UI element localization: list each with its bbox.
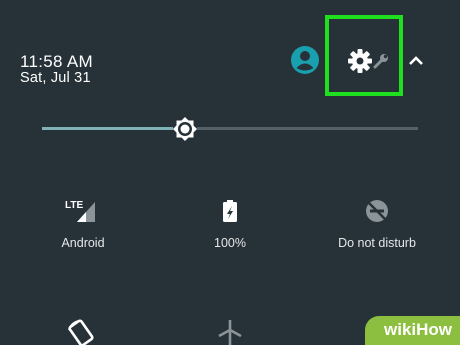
- tile-do-not-disturb[interactable]: Do not disturb: [322, 198, 432, 250]
- time-label: 11:58 AM: [20, 52, 93, 71]
- tile-cellular[interactable]: LTE Android: [28, 198, 138, 250]
- battery-saver-icon: [223, 200, 237, 222]
- wrench-icon: [373, 54, 388, 69]
- airplane-mode-icon[interactable]: [215, 318, 245, 345]
- brightness-thumb-icon[interactable]: [170, 114, 200, 144]
- tile-battery-label: 100%: [214, 236, 246, 250]
- brightness-slider[interactable]: [42, 116, 418, 142]
- settings-gear-icon[interactable]: [347, 48, 373, 74]
- do-not-disturb-icon: [366, 200, 388, 222]
- tile-battery[interactable]: 100%: [175, 198, 285, 250]
- lte-signal-icon: LTE: [65, 200, 95, 222]
- tile-dnd-label: Do not disturb: [338, 236, 416, 250]
- auto-rotate-icon[interactable]: [66, 318, 96, 345]
- brightness-track-empty: [196, 127, 418, 130]
- chevron-up-icon[interactable]: [406, 51, 426, 69]
- user-avatar-icon[interactable]: [290, 45, 320, 75]
- tile-cellular-label: Android: [61, 236, 105, 250]
- wikihow-watermark-text: wikiHow: [384, 320, 453, 339]
- date-label: Sat, Jul 31: [20, 70, 91, 86]
- svg-text:LTE: LTE: [65, 200, 83, 211]
- brightness-track-filled: [42, 127, 173, 130]
